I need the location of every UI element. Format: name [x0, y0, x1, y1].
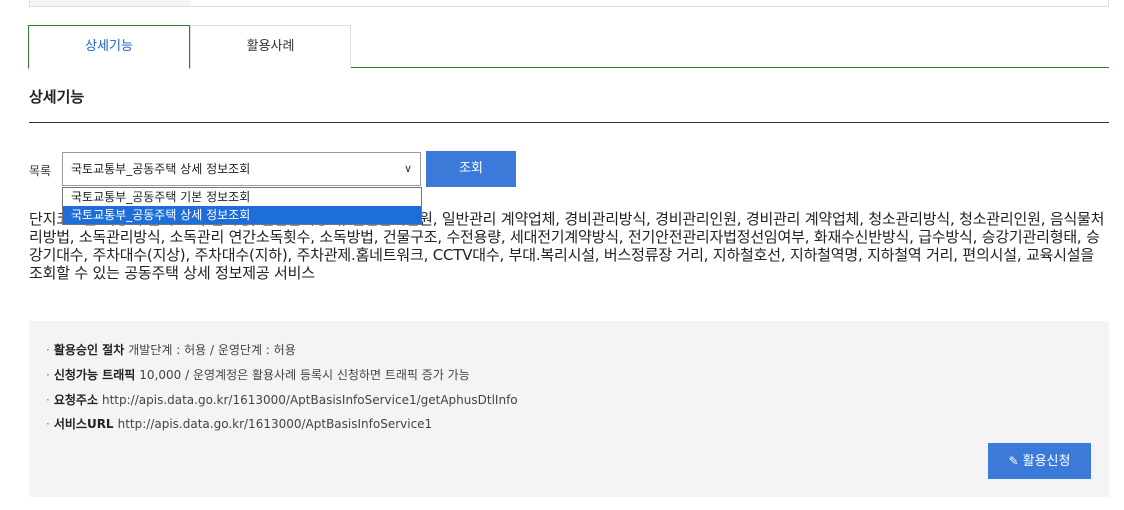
list-label: 목록 — [29, 164, 52, 178]
top-summary-box — [29, 0, 1109, 7]
bullet: · — [46, 417, 50, 431]
section-title: 상세기능 — [29, 88, 85, 106]
function-select-dropdown: 국토교통부_공동주택 기본 정보조회 국토교통부_공동주택 상세 정보조회 — [62, 187, 422, 225]
chevron-down-icon: ∨ — [403, 162, 412, 175]
info-request-url: · 요청주소 http://apis.data.go.kr/1613000/AptB… — [46, 391, 518, 408]
pencil-icon: ✎ — [1008, 454, 1019, 468]
info-traffic: · 신청가능 트래픽 10,000 / 운영계정은 활용사례 등록시 신청하면 트래… — [46, 366, 470, 383]
tab-bar: 상세기능 활용사례 — [28, 25, 1109, 69]
dropdown-option-detail[interactable]: 국토교통부_공동주택 상세 정보조회 — [63, 206, 421, 224]
tab-use-cases[interactable]: 활용사례 — [190, 25, 351, 68]
function-select-value: 국토교통부_공동주택 상세 정보조회 — [71, 162, 251, 176]
info-approval-value: 개발단계 : 허용 / 운영단계 : 허용 — [128, 343, 296, 357]
apply-button[interactable]: ✎ 활용신청 — [988, 443, 1091, 479]
info-request-url-value[interactable]: http://apis.data.go.kr/1613000/AptBasisI… — [102, 393, 518, 407]
info-traffic-label: 신청가능 트래픽 — [53, 368, 136, 382]
search-button[interactable]: 조회 — [426, 151, 516, 187]
info-service-url-value[interactable]: http://apis.data.go.kr/1613000/AptBasisI… — [118, 417, 433, 431]
info-traffic-value: 10,000 / 운영계정은 활용사례 등록시 신청하면 트래픽 증가 가능 — [139, 368, 470, 382]
info-service-url-label: 서비스URL — [53, 417, 114, 431]
section-divider — [29, 122, 1109, 123]
info-request-url-label: 요청주소 — [53, 393, 98, 407]
info-panel: · 활용승인 절차 개발단계 : 허용 / 운영단계 : 허용 · 신청가능 트래픽 1… — [29, 321, 1109, 497]
function-select[interactable]: 국토교통부_공동주택 상세 정보조회 ∨ — [62, 152, 421, 186]
top-summary-highlight — [30, 0, 191, 6]
info-approval-label: 활용승인 절차 — [53, 343, 125, 357]
bullet: · — [46, 343, 50, 357]
tab-detail-function[interactable]: 상세기능 — [28, 25, 190, 69]
bullet: · — [46, 393, 50, 407]
apply-button-label: 활용신청 — [1022, 454, 1071, 469]
dropdown-option-basic[interactable]: 국토교통부_공동주택 기본 정보조회 — [63, 188, 421, 206]
info-approval: · 활용승인 절차 개발단계 : 허용 / 운영단계 : 허용 — [46, 341, 296, 358]
info-service-url: · 서비스URL http://apis.data.go.kr/1613000/Ap… — [46, 415, 432, 432]
bullet: · — [46, 368, 50, 382]
